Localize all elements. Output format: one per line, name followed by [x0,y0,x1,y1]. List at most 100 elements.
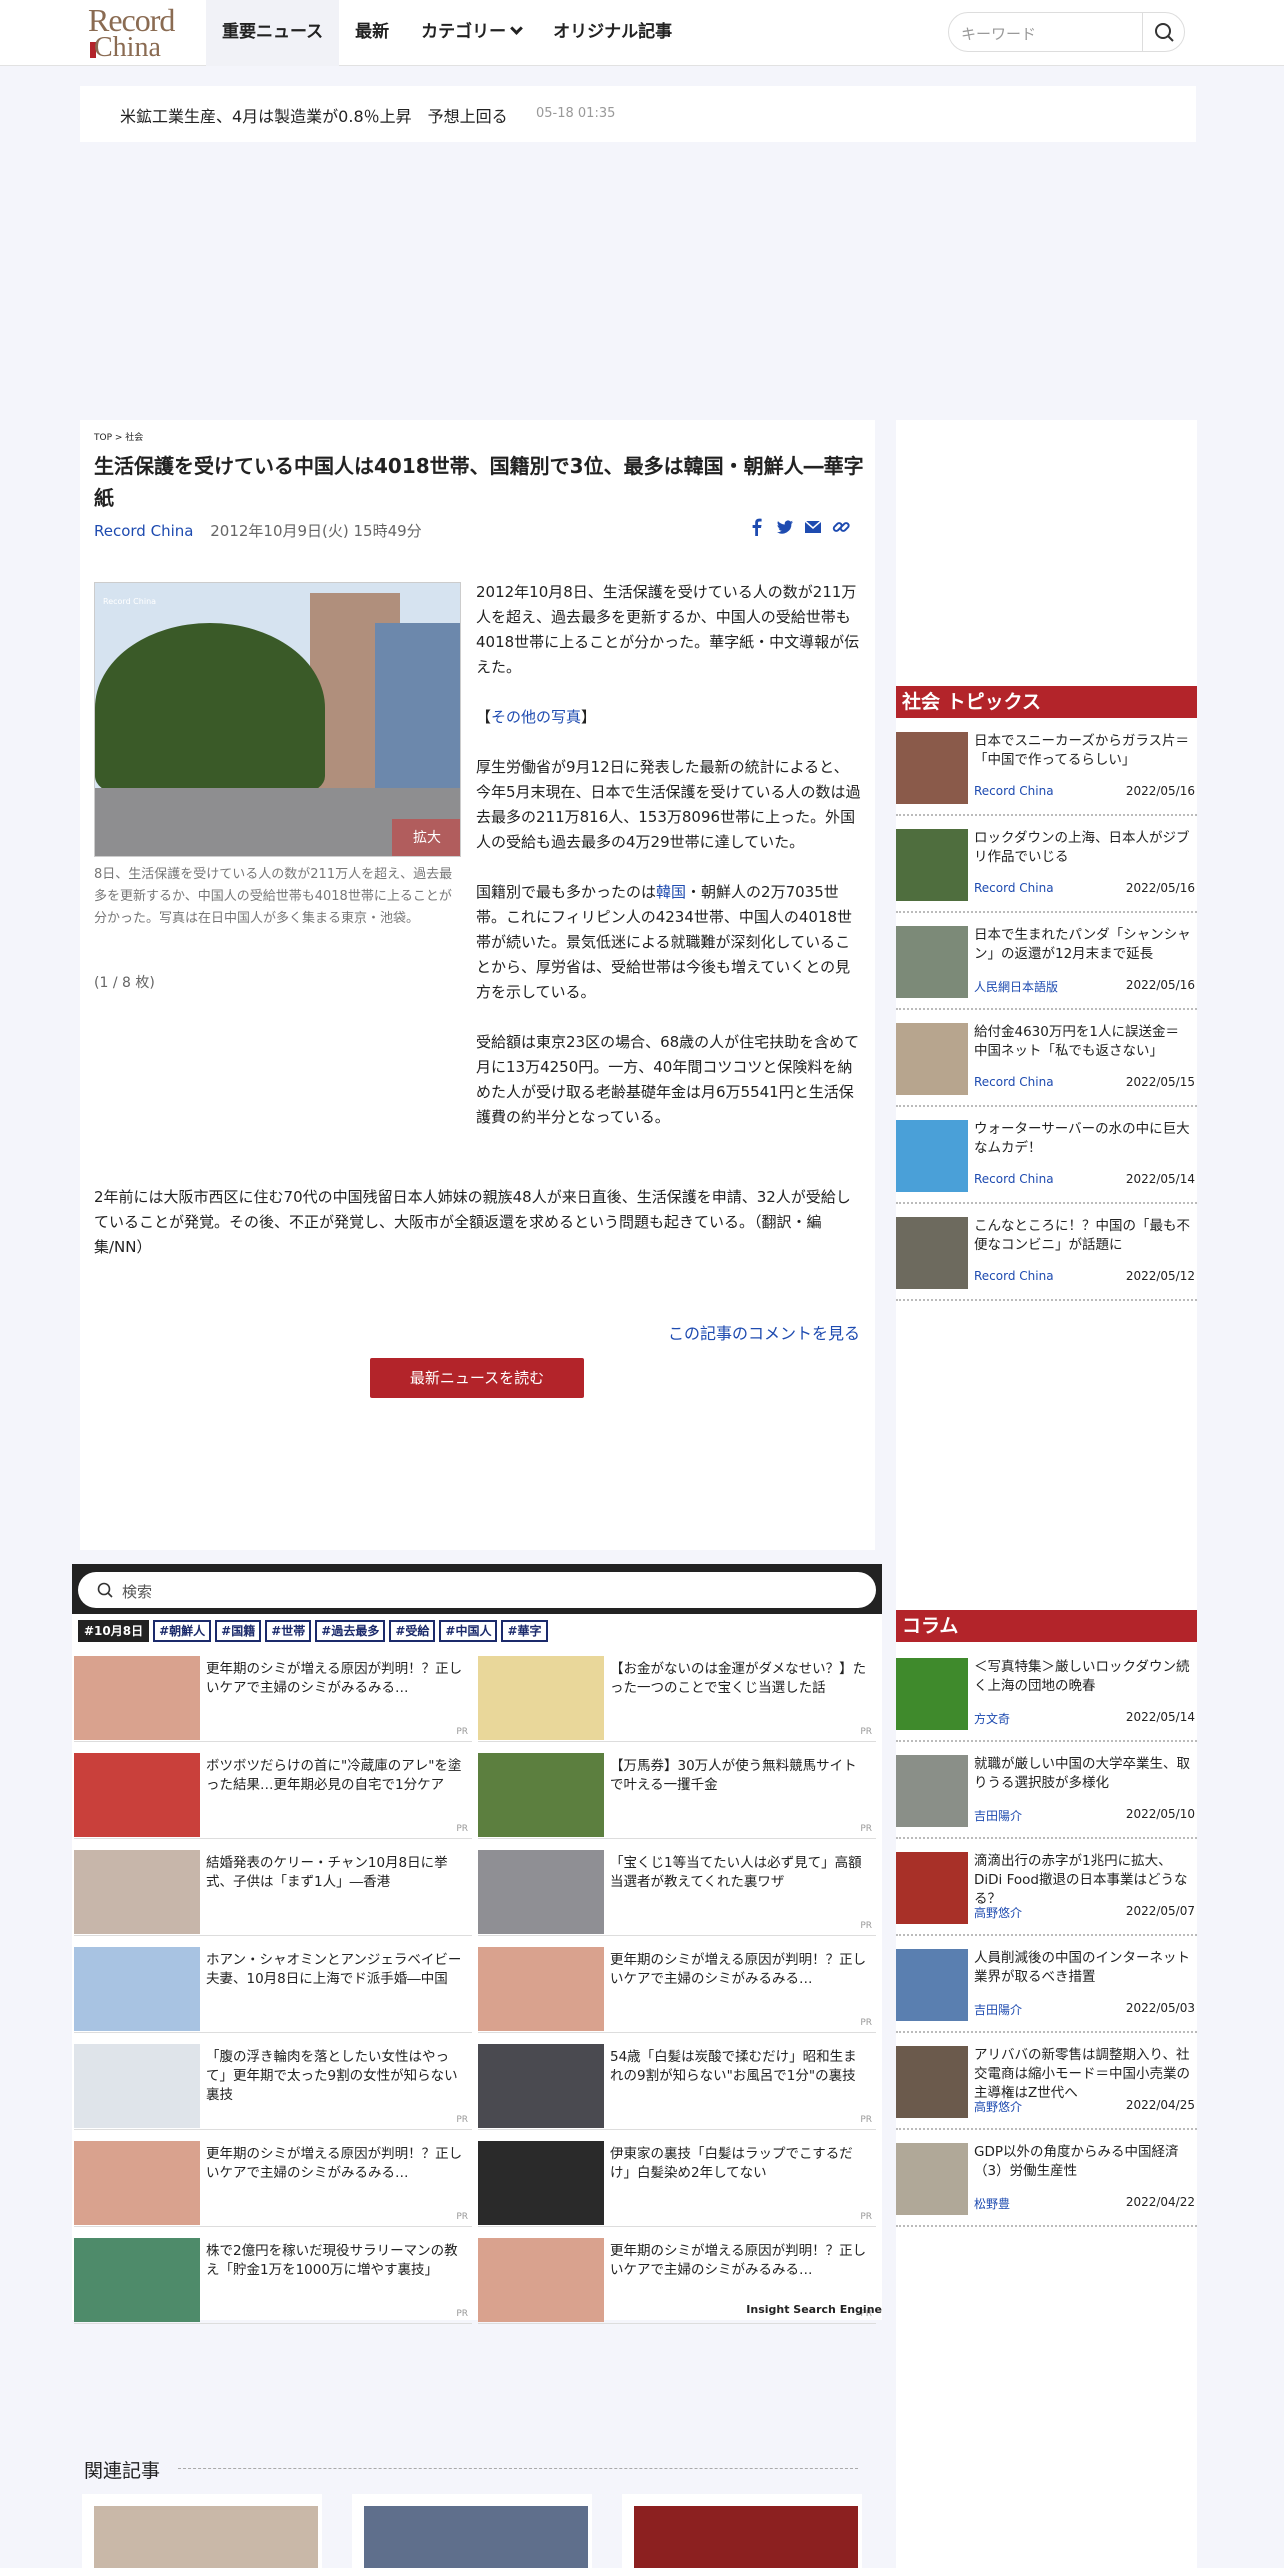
nav-important-news[interactable]: 重要ニュース [206,0,340,66]
twitter-icon[interactable] [776,518,794,536]
tag[interactable]: #華字 [501,1620,548,1642]
breadcrumb[interactable]: TOP > 社会 [94,430,143,443]
related-card[interactable] [352,2494,592,2568]
topic-item[interactable]: 給付金4630万円を1人に誤送金＝中国ネット「私でも返さない」 Record Ch… [896,1011,1197,1107]
search-button[interactable] [1142,13,1184,51]
comments-link[interactable]: この記事のコメントを見る [668,1320,860,1344]
tag[interactable]: #過去最多 [315,1620,386,1642]
topic-source[interactable]: Record China [974,1075,1054,1089]
article-body: 2012年10月8日、生活保護を受けている人の数が211万人を超え、過去最多を更… [476,580,861,1155]
pr-badge: PR [860,1727,872,1737]
pr-badge: PR [456,2212,468,2222]
tag[interactable]: #国籍 [215,1620,262,1642]
site-logo[interactable]: Record China [86,2,194,63]
ise-search-bar: 検索 [72,1564,882,1614]
topic-source[interactable]: Record China [974,784,1054,798]
paragraph: 受給額は東京23区の場合、68歳の人が住宅扶助を含めて月に13万4250円。一方… [476,1033,860,1126]
ise-thumbnail [74,1947,200,2031]
search-box[interactable]: キーワード [948,12,1185,52]
ise-result-item[interactable]: 「宝くじ1等当てたい人は必ず見て」高額当選者が教えてくれた裏ワザ PR [478,1848,876,1936]
facebook-icon[interactable] [748,518,766,536]
ise-result-item[interactable]: 伊東家の裏技「白髪はラップでこするだけ」白髪染め2年してない PR [478,2139,876,2227]
read-latest-button[interactable]: 最新ニュースを読む [370,1358,584,1398]
ise-result-item[interactable]: 【お金がないのは金運がダメなせい？】たった一つのことで宝くじ当選した話 PR [478,1654,876,1742]
pr-badge: PR [860,2018,872,2028]
search-input[interactable]: キーワード [961,23,1036,44]
nav-latest[interactable]: 最新 [339,0,405,66]
ise-result-item[interactable]: 結婚発表のケリー・チャン10月8日に挙式、子供は「まず1人」―香港 [74,1848,472,1936]
topic-source[interactable]: 方文奇 [974,1710,1010,1727]
topic-source[interactable]: Record China [974,1269,1054,1283]
topic-source[interactable]: 吉田陽介 [974,1807,1022,1824]
tag[interactable]: #世帯 [265,1620,312,1642]
share-buttons [748,518,850,536]
tag[interactable]: #中国人 [439,1620,498,1642]
related-thumbnail [94,2506,318,2568]
ise-search-input[interactable]: 検索 [78,1572,876,1608]
tag[interactable]: #朝鮮人 [153,1620,212,1642]
article-photo[interactable]: Record China 拡大 [94,582,461,857]
topic-date: 2022/05/14 [1125,1172,1195,1186]
topic-source[interactable]: 人民網日本語版 [974,978,1058,995]
ise-thumbnail [74,2141,200,2225]
ise-result-item[interactable]: ボツボツだらけの首に"冷蔵庫のアレ"を塗った結果…更年期必見の自宅で1分ケア PR [74,1751,472,1839]
ise-result-item[interactable]: ホアン・シャオミンとアンジェラベイビー夫妻、10月8日に上海でド派手婚―中国 [74,1945,472,2033]
ise-thumbnail [74,2044,200,2128]
korea-link[interactable]: 韓国 [656,883,686,901]
article: TOP > 社会 生活保護を受けている中国人は4018世帯、国籍別で3位、最多は… [80,420,875,1550]
article-source[interactable]: Record China [94,522,193,540]
topic-thumbnail [896,829,968,901]
pr-badge: PR [860,1921,872,1931]
topic-date: 2022/05/16 [1125,881,1195,895]
search-icon [97,1582,113,1598]
column-item[interactable]: ＜写真特集＞厳しいロックダウン続く上海の団地の晩春 方文奇 2022/05/14 [896,1646,1197,1742]
ise-result-title: 54歳「白髪は炭酸で揉むだけ」昭和生まれの9割が知らない"お風呂で1分"の裏技 [610,2049,857,2084]
ise-result-item[interactable]: 更年期のシミが増える原因が判明！？正しいケアで主婦のシミがみるみる… PR [74,1654,472,1742]
ise-result-item[interactable]: 株で2億円を稼いだ現役サラリーマンの教え「貯金1万を1000万に増やす裏技」 PR [74,2236,472,2324]
ise-result-item[interactable]: 【万馬券】30万人が使う無料競馬サイトで叶える一攫千金 PR [478,1751,876,1839]
ise-result-item[interactable]: 54歳「白髪は炭酸で揉むだけ」昭和生まれの9割が知らない"お風呂で1分"の裏技 P… [478,2042,876,2130]
ise-result-item[interactable]: 更年期のシミが増える原因が判明！？正しいケアで主婦のシミがみるみる… PR [478,1945,876,2033]
related-card[interactable] [622,2494,862,2568]
topic-thumbnail [896,1852,968,1924]
column-item[interactable]: 滴滴出行の赤字が1兆円に拡大、DiDi Food撤退の日本事業はどうなる？ 高野悠… [896,1840,1197,1936]
mail-icon[interactable] [804,518,822,536]
nav-category[interactable]: カテゴリー [405,0,537,66]
ise-thumbnail [478,2238,604,2322]
topic-source[interactable]: Record China [974,881,1054,895]
nav-original[interactable]: オリジナル記事 [537,0,688,66]
more-photos-link[interactable]: その他の写真 [491,708,581,726]
pr-badge: PR [860,1824,872,1834]
tag-date[interactable]: #10月8日 [78,1620,150,1642]
related-thumbnail [364,2506,588,2568]
paragraph: 厚生労働省が9月12日に発表した最新の統計によると、今年5月末現在、日本で生活保… [476,758,861,851]
ticker-headline[interactable]: 米鉱工業生産、4月は製造業が0.8％上昇 予想上回る [120,103,508,127]
related-card[interactable] [82,2494,322,2568]
tag[interactable]: #受給 [389,1620,436,1642]
topic-item[interactable]: 日本でスニーカーズからガラス片＝「中国で作ってるらしい」 Record China… [896,720,1197,816]
topic-title: 人員削減後の中国のインターネット業界が取るべき措置 [974,1950,1190,1985]
column-item[interactable]: 就職が厳しい中国の大学卒業生、取りうる選択肢が多様化 吉田陽介 2022/05/10 [896,1743,1197,1839]
photo-counter: (1 / 8 枚) [94,975,155,991]
link-icon[interactable] [832,518,850,536]
column-item[interactable]: GDP以外の角度からみる中国経済（3）労働生産性 松野豊 2022/04/22 [896,2131,1197,2227]
enlarge-button[interactable]: 拡大 [392,819,460,856]
topic-source[interactable]: 高野悠介 [974,2098,1022,2115]
topic-title: 給付金4630万円を1人に誤送金＝中国ネット「私でも返さない」 [974,1024,1179,1059]
topic-source[interactable]: 松野豊 [974,2195,1010,2212]
topic-item[interactable]: ロックダウンの上海、日本人がジブリ作品でいじる Record China 2022/… [896,817,1197,913]
photo-watermark: Record China [103,597,157,606]
ise-result-item[interactable]: 更年期のシミが増える原因が判明！？正しいケアで主婦のシミがみるみる… PR [74,2139,472,2227]
topic-source[interactable]: Record China [974,1172,1054,1186]
topic-thumbnail [896,2143,968,2215]
topic-item[interactable]: こんなところに！？中国の「最も不便なコンビニ」が話題に Record China 2… [896,1205,1197,1301]
topic-item[interactable]: 日本で生まれたパンダ「シャンシャン」の返還が12月末まで延長 人民網日本語版 202… [896,914,1197,1010]
ise-thumbnail [478,2141,604,2225]
topic-source[interactable]: 吉田陽介 [974,2001,1022,2018]
topic-source[interactable]: 高野悠介 [974,1904,1022,1921]
pr-badge: PR [456,1824,468,1834]
ise-result-item[interactable]: 「腹の浮き輪肉を落としたい女性はやって」更年期で太った9割の女性が知らない裏技 P… [74,2042,472,2130]
column-item[interactable]: 人員削減後の中国のインターネット業界が取るべき措置 吉田陽介 2022/05/03 [896,1937,1197,2033]
topic-item[interactable]: ウォーターサーバーの水の中に巨大なムカデ！ Record China 2022/05… [896,1108,1197,1204]
column-item[interactable]: アリババの新零售は調整期入り、社交電商は縮小モード＝中国小売業の主導権はZ世代へ… [896,2034,1197,2130]
